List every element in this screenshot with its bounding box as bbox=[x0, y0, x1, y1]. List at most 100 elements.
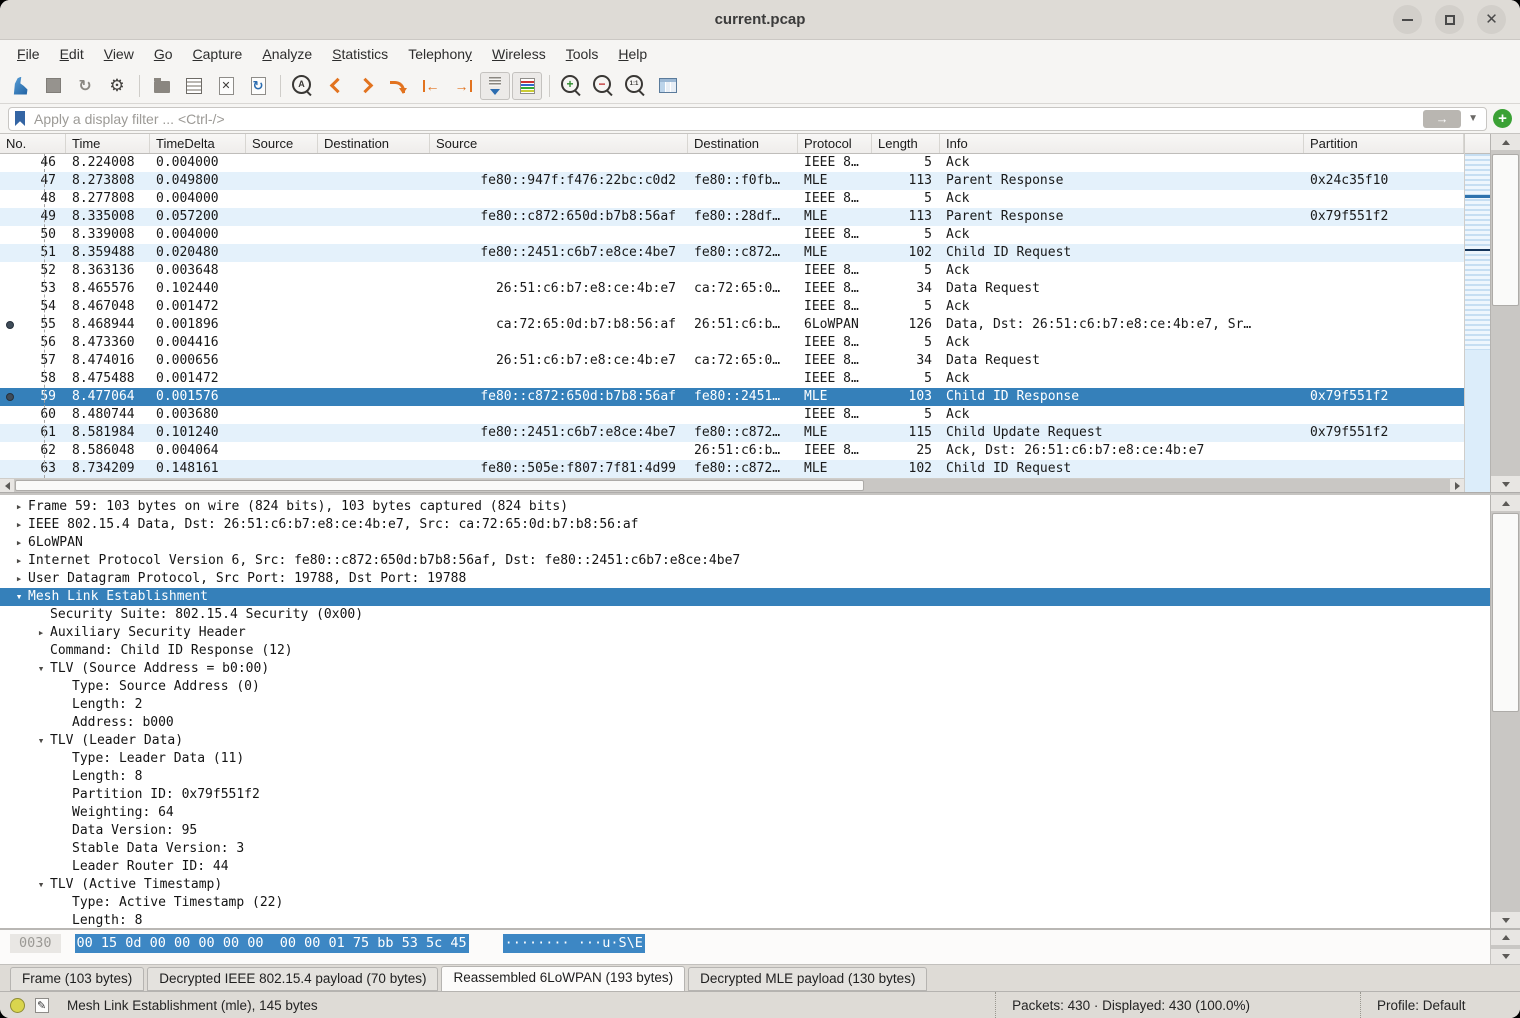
detail-line[interactable]: Leader Router ID: 44 bbox=[0, 858, 1490, 876]
hex-ascii-highlighted[interactable]: ········ ···u·S\E bbox=[503, 934, 645, 953]
detail-line[interactable]: ▾Mesh Link Establishment bbox=[0, 588, 1490, 606]
status-profile[interactable]: Profile: Default bbox=[1360, 992, 1510, 1018]
menu-tools[interactable]: Tools bbox=[557, 43, 608, 65]
intelligent-scrollbar-minimap[interactable] bbox=[1465, 154, 1490, 492]
zoom-in-button[interactable] bbox=[557, 72, 587, 100]
save-file-button[interactable] bbox=[179, 72, 209, 100]
hex-row[interactable]: 0030 00 15 0d 00 00 00 00 00 00 00 01 75… bbox=[0, 930, 1490, 964]
vscroll-thumb[interactable] bbox=[1492, 154, 1519, 306]
detail-line[interactable]: Type: Active Timestamp (22) bbox=[0, 894, 1490, 912]
column-header-timedelta[interactable]: TimeDelta bbox=[150, 134, 246, 153]
zoom-out-button[interactable] bbox=[589, 72, 619, 100]
capture-comment-icon[interactable] bbox=[35, 998, 49, 1013]
go-to-packet-button[interactable] bbox=[384, 72, 414, 100]
collapsed-arrow-icon[interactable]: ▸ bbox=[10, 498, 28, 516]
menu-statistics[interactable]: Statistics bbox=[323, 43, 397, 65]
menu-go[interactable]: Go bbox=[145, 43, 182, 65]
detail-line[interactable]: ▾TLV (Active Timestamp) bbox=[0, 876, 1490, 894]
capture-options-button[interactable] bbox=[102, 72, 132, 100]
hex-bytes-highlighted[interactable]: 00 15 0d 00 00 00 00 00 00 00 01 75 bb 5… bbox=[75, 934, 469, 953]
column-header-length[interactable]: Length bbox=[872, 134, 940, 153]
packet-row-55[interactable]: 558.4689440.001896ca:72:65:0d:b7:b8:56:a… bbox=[0, 316, 1464, 334]
packet-row-63[interactable]: 638.7342090.148161fe80::505e:f807:7f81:4… bbox=[0, 460, 1464, 478]
packet-row-61[interactable]: 618.5819840.101240fe80::2451:c6b7:e8ce:4… bbox=[0, 424, 1464, 442]
packet-row-46[interactable]: 468.2240080.004000IEEE 8…5Ack bbox=[0, 154, 1464, 172]
menu-file[interactable]: File bbox=[8, 43, 49, 65]
close-file-button[interactable] bbox=[211, 72, 241, 100]
bytes-vscrollbar[interactable] bbox=[1490, 930, 1520, 964]
menu-telephony[interactable]: Telephony bbox=[399, 43, 481, 65]
detail-line[interactable]: Data Version: 95 bbox=[0, 822, 1490, 840]
detail-line[interactable]: Length: 2 bbox=[0, 696, 1490, 714]
minimize-button[interactable] bbox=[1393, 5, 1422, 34]
packet-row-60[interactable]: 608.4807440.003680IEEE 8…5Ack bbox=[0, 406, 1464, 424]
hscroll-right-arrow-icon[interactable] bbox=[1450, 479, 1464, 492]
bytes-tab-decrypted-mle-payload-130-bytes-[interactable]: Decrypted MLE payload (130 bytes) bbox=[688, 967, 927, 991]
column-header-time[interactable]: Time bbox=[66, 134, 150, 153]
vscroll-up-arrow-icon[interactable] bbox=[1491, 134, 1520, 150]
packet-row-59[interactable]: 598.4770640.001576fe80::c872:650d:b7b8:5… bbox=[0, 388, 1464, 406]
expanded-arrow-icon[interactable]: ▾ bbox=[10, 588, 28, 606]
packet-row-58[interactable]: 588.4754880.001472IEEE 8…5Ack bbox=[0, 370, 1464, 388]
detail-line[interactable]: Stable Data Version: 3 bbox=[0, 840, 1490, 858]
collapsed-arrow-icon[interactable]: ▸ bbox=[32, 624, 50, 642]
packet-row-48[interactable]: 488.2778080.004000IEEE 8…5Ack bbox=[0, 190, 1464, 208]
collapsed-arrow-icon[interactable]: ▸ bbox=[10, 516, 28, 534]
packet-row-51[interactable]: 518.3594880.020480fe80::2451:c6b7:e8ce:4… bbox=[0, 244, 1464, 262]
packet-row-47[interactable]: 478.2738080.049800fe80::947f:f476:22bc:c… bbox=[0, 172, 1464, 190]
detail-line[interactable]: ▸IEEE 802.15.4 Data, Dst: 26:51:c6:b7:e8… bbox=[0, 516, 1490, 534]
stop-capture-button[interactable] bbox=[38, 72, 68, 100]
bytes-tab-reassembled-6lowpan-193-bytes-[interactable]: Reassembled 6LoWPAN (193 bytes) bbox=[441, 966, 685, 992]
packet-row-53[interactable]: 538.4655760.10244026:51:c6:b7:e8:ce:4b:e… bbox=[0, 280, 1464, 298]
packet-row-50[interactable]: 508.3390080.004000IEEE 8…5Ack bbox=[0, 226, 1464, 244]
filter-apply-button[interactable]: → bbox=[1423, 110, 1461, 128]
expanded-arrow-icon[interactable]: ▾ bbox=[32, 660, 50, 678]
column-header-partition[interactable]: Partition bbox=[1304, 134, 1464, 153]
first-packet-button[interactable] bbox=[416, 72, 446, 100]
detail-line[interactable]: Length: 8 bbox=[0, 912, 1490, 928]
packet-row-49[interactable]: 498.3350080.057200fe80::c872:650d:b7b8:5… bbox=[0, 208, 1464, 226]
filter-bookmark-icon[interactable] bbox=[15, 111, 25, 126]
menu-help[interactable]: Help bbox=[609, 43, 656, 65]
column-header-no[interactable]: No. bbox=[0, 134, 66, 153]
packet-list-vscrollbar[interactable] bbox=[1490, 134, 1520, 492]
last-packet-button[interactable] bbox=[448, 72, 478, 100]
filter-dropdown-icon[interactable]: ▼ bbox=[1468, 113, 1480, 124]
menu-edit[interactable]: Edit bbox=[51, 43, 93, 65]
detail-line[interactable]: ▸User Datagram Protocol, Src Port: 19788… bbox=[0, 570, 1490, 588]
go-back-button[interactable] bbox=[320, 72, 350, 100]
display-filter-input[interactable] bbox=[32, 110, 1416, 128]
bytes-down-arrow-icon[interactable] bbox=[1491, 949, 1520, 964]
go-forward-button[interactable] bbox=[352, 72, 382, 100]
detail-line[interactable]: Address: b000 bbox=[0, 714, 1490, 732]
expanded-arrow-icon[interactable]: ▾ bbox=[32, 876, 50, 894]
detail-line[interactable]: Length: 8 bbox=[0, 768, 1490, 786]
bytes-up-arrow-icon[interactable] bbox=[1491, 930, 1520, 945]
collapsed-arrow-icon[interactable]: ▸ bbox=[10, 570, 28, 588]
detail-line[interactable]: ▸Frame 59: 103 bytes on wire (824 bits),… bbox=[0, 498, 1490, 516]
detail-line[interactable]: ▸6LoWPAN bbox=[0, 534, 1490, 552]
column-header-source[interactable]: Source bbox=[246, 134, 318, 153]
vscroll-down-arrow-icon[interactable] bbox=[1491, 476, 1520, 492]
packet-row-52[interactable]: 528.3631360.003648IEEE 8…5Ack bbox=[0, 262, 1464, 280]
column-header-destination[interactable]: Destination bbox=[318, 134, 430, 153]
restart-capture-button[interactable] bbox=[70, 72, 100, 100]
details-vscrollbar[interactable] bbox=[1490, 495, 1520, 928]
details-up-arrow-icon[interactable] bbox=[1491, 495, 1520, 511]
packet-row-56[interactable]: 568.4733600.004416IEEE 8…5Ack bbox=[0, 334, 1464, 352]
menu-view[interactable]: View bbox=[95, 43, 143, 65]
detail-line[interactable]: Partition ID: 0x79f551f2 bbox=[0, 786, 1490, 804]
bytes-tab-decrypted-ieee-802-15-4-payload-70-bytes-[interactable]: Decrypted IEEE 802.15.4 payload (70 byte… bbox=[147, 967, 438, 991]
filter-add-button[interactable]: + bbox=[1493, 109, 1512, 128]
packet-list-hscrollbar[interactable] bbox=[0, 478, 1464, 492]
detail-line[interactable]: Type: Source Address (0) bbox=[0, 678, 1490, 696]
detail-line[interactable]: Command: Child ID Response (12) bbox=[0, 642, 1490, 660]
detail-line[interactable]: Security Suite: 802.15.4 Security (0x00) bbox=[0, 606, 1490, 624]
display-filter-field[interactable]: → ▼ bbox=[8, 107, 1487, 131]
collapsed-arrow-icon[interactable]: ▸ bbox=[10, 534, 28, 552]
reload-file-button[interactable] bbox=[243, 72, 273, 100]
maximize-button[interactable] bbox=[1435, 5, 1464, 34]
expert-info-icon[interactable] bbox=[10, 998, 25, 1013]
auto-scroll-button[interactable] bbox=[480, 72, 510, 100]
column-header-info[interactable]: Info bbox=[940, 134, 1304, 153]
